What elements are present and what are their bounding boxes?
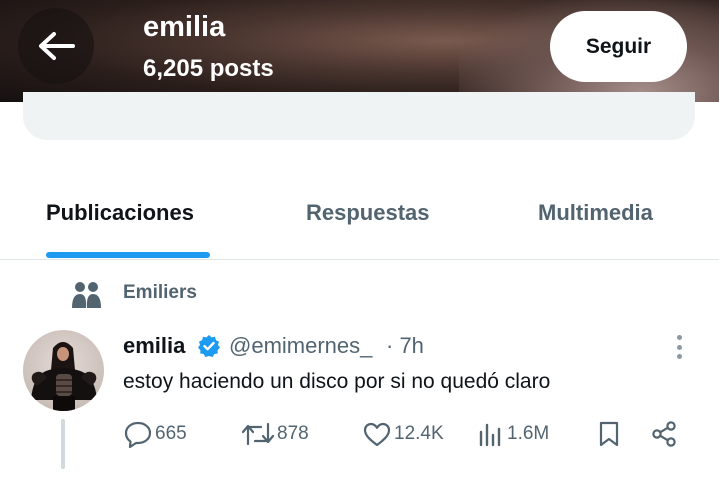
tweet-author-name[interactable]: emilia bbox=[123, 333, 185, 359]
like-count: 12.4K bbox=[394, 423, 444, 444]
community-icon bbox=[72, 282, 101, 308]
header-posts-count: 6,205 posts bbox=[143, 55, 274, 82]
arrow-left-icon bbox=[39, 32, 75, 60]
active-tab-indicator bbox=[46, 252, 210, 258]
tweet-author-handle[interactable]: @emimernes_ bbox=[229, 333, 372, 359]
repost-count: 878 bbox=[277, 423, 309, 444]
profile-card-bottom bbox=[23, 92, 695, 140]
follow-button[interactable]: Seguir bbox=[550, 11, 687, 82]
bookmark-icon bbox=[599, 421, 619, 447]
repost-icon bbox=[241, 422, 275, 446]
more-dot-icon bbox=[676, 335, 682, 340]
tab-respuestas[interactable]: Respuestas bbox=[306, 200, 430, 226]
avatar-photo-icon bbox=[31, 342, 97, 411]
tweet-text: estoy haciendo un disco por si no quedó … bbox=[123, 370, 551, 393]
community-label[interactable]: Emiliers bbox=[123, 282, 197, 304]
tab-multimedia[interactable]: Multimedia bbox=[538, 200, 653, 226]
share-icon bbox=[652, 421, 676, 447]
views-button[interactable]: 1.6M bbox=[477, 420, 549, 448]
share-button[interactable] bbox=[650, 420, 678, 448]
heart-icon bbox=[363, 422, 391, 447]
reply-button[interactable]: 665 bbox=[123, 420, 187, 448]
verified-badge-icon bbox=[198, 335, 220, 357]
tab-publicaciones[interactable]: Publicaciones bbox=[46, 200, 194, 226]
reply-icon bbox=[124, 421, 152, 448]
community-context[interactable] bbox=[70, 280, 104, 310]
profile-tabs: Publicaciones Respuestas Multimedia bbox=[0, 178, 719, 260]
header-profile-name: emilia bbox=[143, 11, 226, 43]
views-count: 1.6M bbox=[507, 423, 550, 444]
views-chart-icon bbox=[479, 423, 501, 447]
bookmark-button[interactable] bbox=[596, 420, 622, 448]
avatar[interactable] bbox=[23, 330, 104, 411]
more-dot-icon bbox=[676, 354, 682, 359]
reply-count: 665 bbox=[155, 423, 187, 444]
tweet-timestamp[interactable]: · 7h bbox=[386, 333, 424, 359]
back-button[interactable] bbox=[18, 8, 94, 84]
more-dot-icon bbox=[676, 344, 682, 350]
thread-line bbox=[61, 419, 65, 469]
more-options-button[interactable] bbox=[668, 332, 690, 362]
like-button[interactable]: 12.4K bbox=[362, 420, 444, 448]
profile-header: emilia 6,205 posts Seguir bbox=[0, 0, 719, 102]
repost-button[interactable]: 878 bbox=[241, 420, 309, 448]
